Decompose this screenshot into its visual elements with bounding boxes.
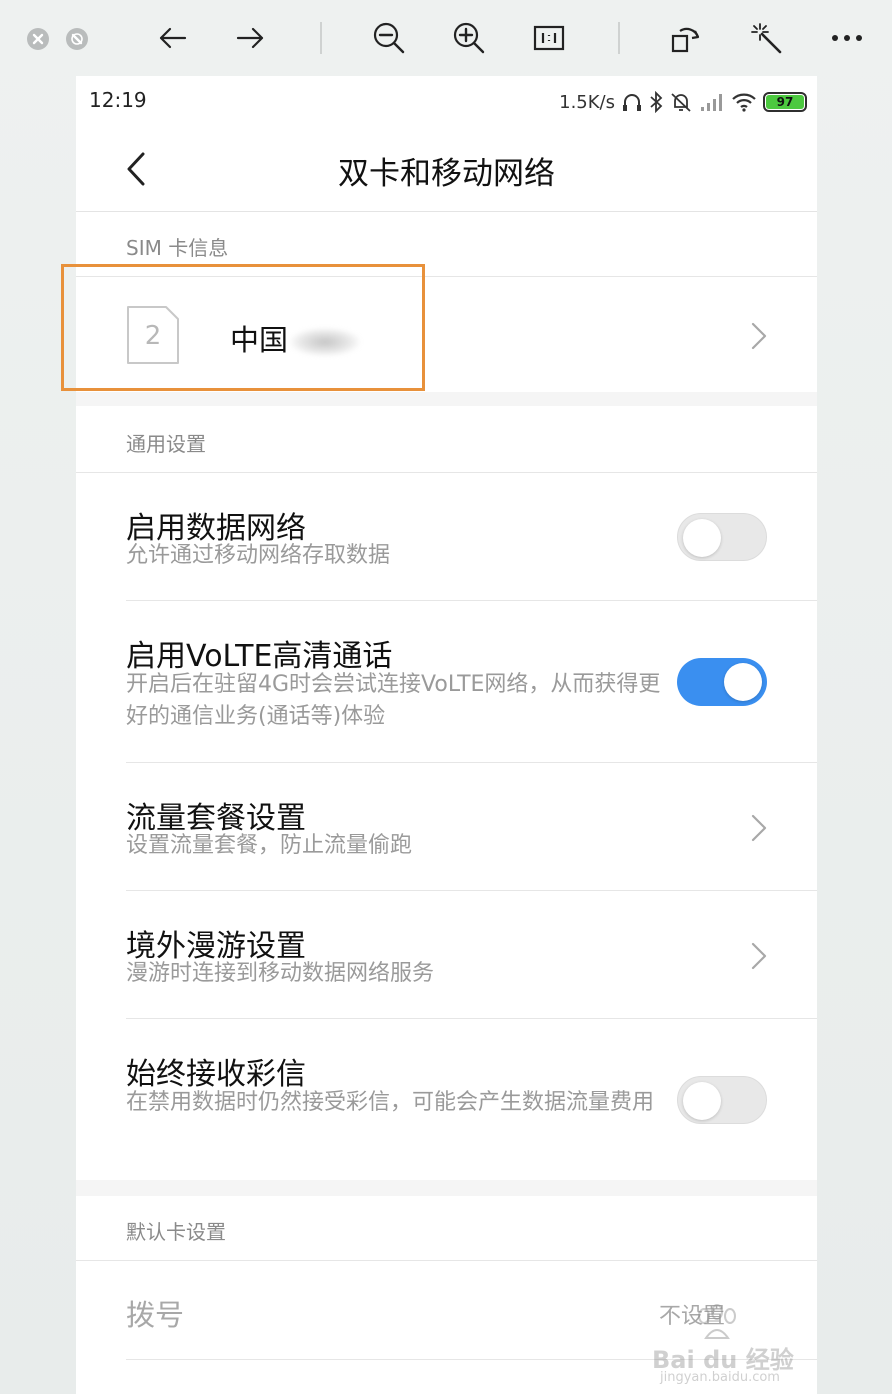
section-gap [76,1180,817,1196]
actual-size-button[interactable] [529,18,569,58]
setting-subtitle: 在禁用数据时仍然接受彩信，可能会产生数据流量费用 [126,1090,655,1115]
mms-toggle[interactable] [677,1076,767,1124]
setting-data-plan[interactable]: 流量套餐设置 设置流量套餐，防止流量偷跑 [76,763,817,890]
setting-enable-data[interactable]: 启用数据网络 允许通过移动网络存取数据 [76,473,817,600]
toggle-knob [724,663,762,701]
status-time: 12:19 [89,88,147,112]
setting-subtitle: 设置流量套餐，防止流量偷跑 [126,833,413,858]
section-header-general: 通用设置 [126,432,206,456]
watermark-url: jingyan.baidu.com [660,1370,780,1385]
toolbar-divider [618,22,620,54]
setting-subtitle: 开启后在驻留4G时会尝试连接VoLTE网络，从而获得更好的通信业务(通话等)体验 [126,672,661,729]
zoom-in-button[interactable] [449,18,489,58]
battery-level: 97 [766,95,804,109]
wifi-icon [732,93,756,112]
magic-wand-button[interactable] [747,18,787,58]
bluetooth-icon [650,91,663,113]
rotate-icon [671,27,700,53]
section-header-sim: SIM 卡信息 [126,236,229,260]
status-bar: 12:19 1.5K/s 97 [76,76,817,126]
chevron-right-icon [751,322,767,350]
divider [76,1260,817,1261]
highlight-annotation [61,264,425,391]
zoom-out-icon [373,22,405,54]
mute-bell-icon [671,93,691,112]
actual-size-icon [533,25,565,51]
previous-image-button[interactable] [152,18,192,58]
close-icon [32,33,44,45]
status-icons: 1.5K/s 97 [559,88,807,116]
section-header-default: 默认卡设置 [126,1220,226,1244]
close-window-button[interactable] [27,28,49,50]
more-icon [832,35,862,41]
zoom-out-button[interactable] [369,18,409,58]
zoom-in-icon [453,22,485,54]
toggle-knob [683,519,721,557]
toolbar-divider [320,22,322,54]
setting-subtitle: 漫游时连接到移动数据网络服务 [126,961,435,986]
setting-roaming[interactable]: 境外漫游设置 漫游时连接到移动数据网络服务 [76,891,817,1018]
setting-mms[interactable]: 始终接收彩信 在禁用数据时仍然接受彩信，可能会产生数据流量费用 [76,1019,817,1179]
magic-wand-icon [751,23,782,54]
more-options-button[interactable] [827,18,867,58]
baidu-watermark: Bai du 经验 jingyan.baidu.com [652,1296,852,1386]
data-network-toggle[interactable] [677,513,767,561]
dial-label: 拨号 [126,1298,185,1332]
toggle-knob [683,1082,721,1120]
setting-subtitle: 允许通过移动网络存取数据 [126,543,391,568]
setting-volte[interactable]: 启用VoLTE高清通话 开启后在驻留4G时会尝试连接VoLTE网络，从而获得更好… [76,601,817,762]
viewer-toolbar [0,0,892,76]
headphones-icon [623,94,641,111]
minimize-window-button[interactable] [66,28,88,50]
section-gap [76,392,817,406]
next-image-button[interactable] [231,18,271,58]
arrow-left-icon [159,27,187,49]
chevron-right-icon [751,814,767,842]
title-bar: 双卡和移动网络 [76,126,817,212]
volte-toggle[interactable] [677,658,767,706]
net-speed: 1.5K/s [559,91,615,113]
chevron-right-icon [751,942,767,970]
rotate-button[interactable] [666,18,706,58]
battery-indicator: 97 [763,92,807,112]
arrow-right-icon [236,27,264,49]
paw-logo-icon [698,1304,736,1339]
signal-icon [701,94,722,111]
minus-icon [71,33,83,45]
page-title: 双卡和移动网络 [338,156,555,192]
